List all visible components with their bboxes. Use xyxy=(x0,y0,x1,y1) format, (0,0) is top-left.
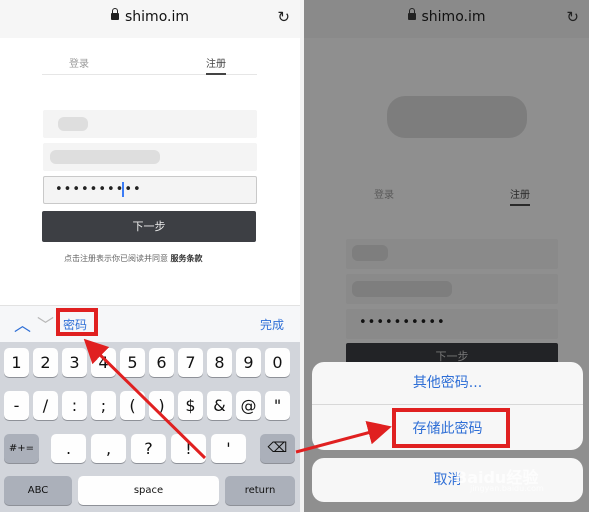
tab-register[interactable]: 注册 xyxy=(206,55,226,70)
key-5[interactable]: 5 xyxy=(120,348,145,377)
key-0[interactable]: 0 xyxy=(265,348,290,377)
key-ampersand[interactable]: & xyxy=(207,391,232,420)
key-comma[interactable]: , xyxy=(91,434,126,463)
next-button[interactable]: 下一步 xyxy=(42,211,256,242)
address-bar[interactable]: shimo.im ↻ xyxy=(304,0,589,38)
key-quote[interactable]: " xyxy=(265,391,290,420)
password-mask: •••••••••• xyxy=(359,315,446,330)
save-password-highlight xyxy=(392,408,510,448)
space-key[interactable]: space xyxy=(78,476,219,505)
blurred-text xyxy=(352,281,452,297)
key-open-paren[interactable]: ( xyxy=(120,391,145,420)
reload-icon[interactable]: ↻ xyxy=(566,8,579,26)
key-at[interactable]: @ xyxy=(236,391,261,420)
symbols-key[interactable]: #+= xyxy=(4,434,39,463)
key-4[interactable]: 4 xyxy=(91,348,116,377)
keyboard-accessory-bar: ︿ ﹀ 密码 完成 xyxy=(0,305,300,343)
url-text: shimo.im xyxy=(304,8,589,25)
key-2[interactable]: 2 xyxy=(33,348,58,377)
key-minus[interactable]: - xyxy=(4,391,29,420)
backspace-icon[interactable]: ⌫ xyxy=(260,434,295,463)
key-colon[interactable]: : xyxy=(62,391,87,420)
blurred-text xyxy=(50,150,160,164)
key-3[interactable]: 3 xyxy=(62,348,87,377)
key-exclamation[interactable]: ! xyxy=(171,434,206,463)
key-apostrophe[interactable]: ' xyxy=(211,434,246,463)
text-caret xyxy=(122,182,124,197)
cancel-button[interactable]: 取消 xyxy=(312,458,583,502)
reload-icon[interactable]: ↻ xyxy=(277,8,290,26)
password-label-highlight xyxy=(56,308,98,336)
terms-text: 点击注册表示你已阅读并同意 服务条款 xyxy=(64,254,203,263)
blurred-text xyxy=(352,245,388,261)
blurred-text xyxy=(58,117,88,131)
left-phone-screen: shimo.im ↻ 登录 注册 •••••••••• 下一步 点击注册表示你已… xyxy=(0,0,300,512)
url-text: shimo.im xyxy=(0,8,300,25)
tab-login[interactable]: 登录 xyxy=(69,55,89,70)
watermark-url: jingyan.baidu.com xyxy=(470,484,544,493)
key-slash[interactable]: / xyxy=(33,391,58,420)
other-passwords-option[interactable]: 其他密码... xyxy=(312,372,583,392)
terms-link[interactable]: 服务条款 xyxy=(171,254,203,263)
abc-key[interactable]: ABC xyxy=(4,476,72,505)
return-key[interactable]: return xyxy=(225,476,295,505)
key-semicolon[interactable]: ; xyxy=(91,391,116,420)
tab-register[interactable]: 注册 xyxy=(510,186,530,201)
sheet-separator xyxy=(312,404,583,405)
chevron-down-icon[interactable]: ﹀ xyxy=(37,311,54,336)
password-mask: •••••••••• xyxy=(55,182,142,197)
key-dollar[interactable]: $ xyxy=(178,391,203,420)
done-button[interactable]: 完成 xyxy=(260,316,284,333)
key-question[interactable]: ? xyxy=(131,434,166,463)
key-6[interactable]: 6 xyxy=(149,348,174,377)
key-8[interactable]: 8 xyxy=(207,348,232,377)
lock-icon xyxy=(407,8,416,20)
key-period[interactable]: . xyxy=(51,434,86,463)
active-tab-indicator xyxy=(510,204,530,206)
key-7[interactable]: 7 xyxy=(178,348,203,377)
blurred-logo xyxy=(387,96,527,138)
key-1[interactable]: 1 xyxy=(4,348,29,377)
active-tab-indicator xyxy=(206,73,226,75)
tab-login[interactable]: 登录 xyxy=(374,186,394,201)
key-9[interactable]: 9 xyxy=(236,348,261,377)
chevron-up-icon[interactable]: ︿ xyxy=(14,311,31,336)
key-close-paren[interactable]: ) xyxy=(149,391,174,420)
lock-icon xyxy=(111,8,119,20)
numeric-keyboard: 1 2 3 4 5 6 7 8 9 0 - / : ; ( ) $ & @ " … xyxy=(0,342,300,512)
address-bar[interactable]: shimo.im ↻ xyxy=(0,0,300,38)
